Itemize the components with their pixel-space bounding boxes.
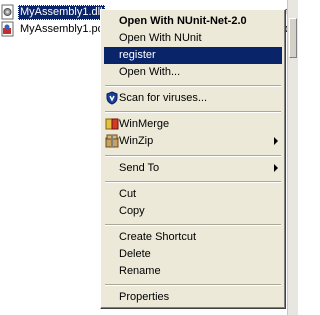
menu-item-label: Rename: [119, 265, 161, 277]
menu-item-label: Cut: [119, 188, 137, 200]
menu-item-cut[interactable]: Cut: [104, 186, 282, 203]
menu-item-label: Scan for viruses...: [119, 92, 208, 104]
menu-separator: [105, 85, 281, 87]
menu-separator: [105, 224, 281, 226]
dll-file-icon: [0, 4, 16, 20]
file-row-dll[interactable]: MyAssembly1.dll: [0, 4, 105, 20]
menu-item-label: Open With NUnit-Net-2.0: [119, 15, 247, 27]
menu-item-label: register: [119, 49, 156, 61]
menu-item-label: Delete: [119, 248, 151, 260]
menu-item-label: Send To: [119, 162, 160, 174]
winzip-icon: [105, 134, 119, 148]
submenu-arrow-icon: [274, 164, 278, 172]
file-name[interactable]: MyAssembly1.pd: [18, 22, 106, 37]
menu-item-scan-for-viruses[interactable]: Scan for viruses...: [104, 90, 282, 107]
scrollbar-thumb[interactable]: [289, 18, 297, 58]
menu-item-winzip[interactable]: WinZip: [104, 133, 282, 150]
menu-item-winmerge[interactable]: WinMerge: [104, 116, 282, 133]
menu-item-label: Create Shortcut: [119, 231, 197, 243]
menu-item-rename[interactable]: Rename: [104, 263, 282, 280]
menu-item-label: Properties: [119, 291, 170, 303]
menu-item-label: Copy: [119, 205, 145, 217]
context-menu: Open With NUnit-Net-2.0 Open With NUnit …: [100, 9, 286, 309]
winmerge-icon: [105, 117, 119, 131]
menu-item-label: Open With...: [119, 66, 181, 78]
menu-item-open-with[interactable]: Open With...: [104, 64, 282, 81]
menu-separator: [105, 181, 281, 183]
menu-item-properties[interactable]: Properties: [104, 289, 282, 306]
pdb-file-icon: [0, 21, 16, 37]
menu-separator: [105, 155, 281, 157]
file-name[interactable]: MyAssembly1.dll: [18, 4, 105, 20]
menu-item-label: WinZip: [119, 135, 154, 147]
menu-item-open-with-nunit[interactable]: Open With NUnit: [104, 30, 282, 47]
submenu-arrow-icon: [274, 137, 278, 145]
menu-item-register[interactable]: register: [104, 47, 282, 64]
menu-item-send-to[interactable]: Send To: [104, 160, 282, 177]
menu-item-open-with-nunit-net[interactable]: Open With NUnit-Net-2.0: [104, 13, 282, 30]
vertical-scrollbar[interactable]: [287, 0, 298, 315]
file-row-pdb[interactable]: MyAssembly1.pd: [0, 21, 106, 37]
menu-item-label: WinMerge: [119, 118, 170, 130]
menu-separator: [105, 111, 281, 113]
antivirus-shield-icon: [105, 91, 119, 105]
menu-item-create-shortcut[interactable]: Create Shortcut: [104, 229, 282, 246]
menu-item-delete[interactable]: Delete: [104, 246, 282, 263]
menu-separator: [105, 284, 281, 286]
menu-item-label: Open With NUnit: [119, 32, 202, 44]
menu-item-copy[interactable]: Copy: [104, 203, 282, 220]
